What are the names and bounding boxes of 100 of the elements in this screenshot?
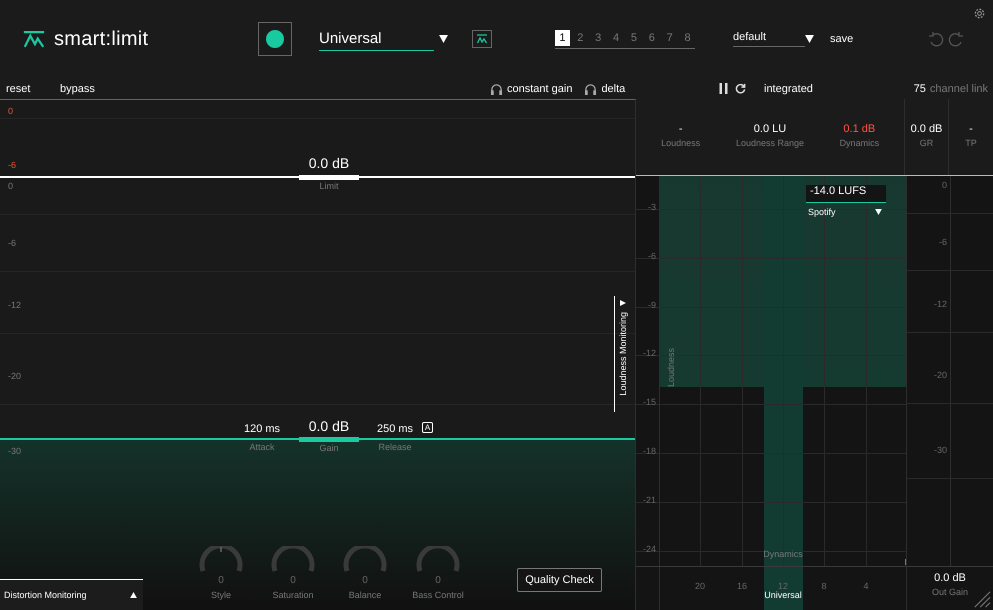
profile-wave-icon[interactable] [472, 30, 492, 48]
axis-tick-label: -12 [642, 348, 656, 358]
limit-value: 0.0 dB [308, 155, 350, 171]
dropdown-arrow-icon [439, 35, 448, 43]
knob-label: Balance [348, 590, 382, 600]
slot-tab[interactable]: 1 [555, 30, 570, 46]
scale-label: -30 [932, 445, 947, 455]
axis-tick-label: -18 [642, 446, 656, 456]
knob-label: Style [210, 590, 232, 600]
slot-tab[interactable]: 4 [608, 30, 624, 46]
preset-dropdown[interactable]: Universal [319, 28, 434, 50]
attack-label: Attack [248, 442, 276, 452]
knob-value: 0 [434, 575, 442, 586]
scale-label: 0 [940, 180, 947, 190]
redo-icon[interactable] [948, 31, 964, 47]
distortion-monitoring-tab[interactable]: Distortion Monitoring [0, 579, 143, 610]
out-gain-value[interactable]: 0.0 dB [907, 572, 993, 584]
target-loudness-field[interactable]: -14.0 LUFS [806, 185, 886, 203]
toolbar-button[interactable]: bypass [60, 82, 95, 94]
release-label: Release [377, 442, 413, 452]
out-gain-label: Out Gain [930, 587, 970, 597]
headphones-icon [584, 82, 598, 94]
settings-icon[interactable] [973, 7, 986, 20]
scale-label: -12 [932, 299, 947, 309]
stat-value: 0.1 dB [843, 123, 876, 135]
stat-label: GR [920, 138, 934, 148]
axis-tick-label: -9 [646, 300, 656, 310]
profile-label: Universal [763, 590, 803, 600]
logo-text: smart:limit [54, 28, 148, 50]
knob[interactable] [415, 546, 461, 572]
stat-label: Loudness [661, 138, 700, 148]
pause-icon[interactable] [718, 83, 729, 94]
scale-label: -20 [8, 371, 22, 381]
axis-tick-label: 8 [820, 581, 828, 591]
channel-link-label: channel link [930, 82, 988, 94]
axis-tick-label: 4 [862, 581, 870, 591]
stat-label: Dynamics [840, 138, 880, 148]
caret-icon [130, 592, 137, 598]
toolbar-button[interactable]: reset [6, 82, 60, 94]
save-button[interactable]: save [830, 33, 854, 45]
gain-handle[interactable] [299, 437, 359, 442]
knob-label: Bass Control [411, 590, 465, 600]
dropdown-arrow-icon [805, 35, 814, 43]
profile-dropdown[interactable]: default [733, 31, 805, 47]
knob-value: 0 [217, 575, 225, 586]
slot-tab[interactable]: 8 [680, 30, 695, 46]
quality-check-button[interactable]: Quality Check [517, 568, 602, 592]
axis-label: Dynamics [762, 549, 804, 559]
knob[interactable] [198, 546, 244, 572]
stat-label: TP [965, 138, 977, 148]
loudness-monitoring-tab[interactable]: Loudness Monitoring [614, 296, 631, 412]
headphones-icon [490, 82, 503, 94]
slot-tab[interactable]: 5 [626, 30, 642, 46]
axis-tick-label: 20 [694, 581, 706, 591]
resize-grip-icon[interactable] [973, 590, 991, 608]
scale-label: -30 [8, 446, 22, 456]
slot-tab[interactable]: 2 [572, 30, 588, 46]
scale-label: 0 [8, 106, 14, 116]
mode-button[interactable]: integrated [764, 82, 813, 94]
monitor-button[interactable]: delta [601, 82, 626, 94]
slot-tab[interactable]: 6 [644, 30, 660, 46]
scale-label: -20 [932, 370, 947, 380]
gain-label: Gain [318, 443, 340, 453]
reset-icon[interactable] [735, 83, 746, 94]
logo-icon [22, 30, 46, 48]
record-button[interactable] [258, 22, 292, 56]
axis-tick-label: 12 [776, 581, 789, 591]
slot-tab[interactable]: 3 [590, 30, 606, 46]
axis-tick-label: -21 [642, 495, 656, 505]
caret-icon [620, 300, 626, 306]
scale-label: -6 [8, 238, 16, 248]
axis-tick-label: -3 [646, 202, 656, 212]
knob-value: 0 [361, 575, 369, 586]
knob[interactable] [270, 546, 316, 572]
axis-tick-label: -6 [646, 251, 656, 261]
auto-release-button[interactable]: A [422, 422, 433, 433]
stat-value: 0.0 dB [910, 123, 942, 135]
scale-label: -6 [8, 160, 16, 170]
attack-value[interactable]: 120 ms [232, 423, 292, 435]
knob-label: Saturation [271, 590, 315, 600]
undo-icon[interactable] [928, 31, 944, 47]
stat-label: Loudness Range [736, 138, 804, 148]
axis-label: Loudness [666, 348, 676, 388]
slot-tab[interactable]: 7 [662, 30, 678, 46]
limit-label: Limit [318, 181, 340, 191]
scale-label: -12 [8, 300, 22, 310]
knob-value: 0 [289, 575, 297, 586]
stat-value: 0.0 LU [754, 123, 786, 135]
axis-tick-label: -15 [642, 397, 656, 407]
scale-label: -6 [938, 237, 947, 247]
channel-link-value[interactable]: 75 [914, 82, 926, 94]
limit-handle[interactable] [299, 175, 359, 180]
axis-tick-label: -24 [642, 544, 656, 554]
knob[interactable] [342, 546, 388, 572]
stat-value: - [969, 123, 973, 135]
monitor-button[interactable]: constant gain [507, 82, 572, 94]
stat-value: - [678, 123, 682, 135]
axis-tick-label: 16 [736, 581, 748, 591]
scale-label: 0 [8, 181, 14, 191]
platform-dropdown[interactable]: Spotify [806, 207, 886, 217]
